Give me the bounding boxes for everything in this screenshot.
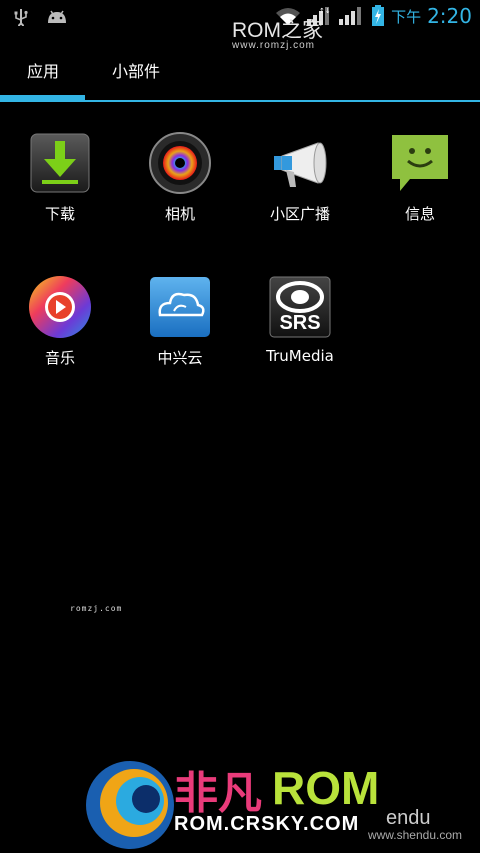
- watermark-romzj: ROM之家 www.romzj.com: [232, 20, 323, 51]
- app-label: TruMedia: [266, 347, 334, 365]
- app-trumedia[interactable]: SRS TruMedia: [240, 275, 360, 365]
- srs-icon: SRS: [268, 275, 332, 339]
- tab-apps[interactable]: 应用: [27, 58, 59, 82]
- time-period: 下午: [391, 7, 422, 26]
- app-label: 小区广播: [269, 205, 330, 223]
- brand-logo: 非凡 ROM ROM.CRSKY.COM endu: [82, 755, 431, 853]
- drawer-tabs: 应用 小部件: [0, 48, 480, 102]
- usb-icon: [14, 9, 28, 26]
- app-zte-cloud[interactable]: 中兴云: [120, 275, 240, 368]
- app-label: 音乐: [44, 349, 75, 367]
- megaphone-icon: [268, 131, 332, 195]
- tab-selected-indicator: [0, 95, 85, 101]
- download-icon: [28, 131, 92, 195]
- app-camera[interactable]: 相机: [120, 131, 240, 224]
- brand-swirl-icon: [86, 761, 174, 849]
- tab-widgets[interactable]: 小部件: [112, 58, 160, 82]
- app-music[interactable]: 音乐: [0, 275, 120, 368]
- watermark-mid: romzj.com: [70, 604, 123, 613]
- notification-icons: [14, 8, 68, 26]
- android-debug-icon: [48, 10, 66, 23]
- battery-charging-icon: [372, 5, 385, 26]
- svg-text:↑↓: ↑↓: [319, 7, 331, 15]
- watermark-title: ROM之家: [232, 19, 323, 42]
- cloud-icon: [148, 275, 212, 339]
- brand-name-rom: ROM: [272, 762, 380, 814]
- app-download[interactable]: 下载: [0, 131, 120, 224]
- app-label: 信息: [404, 205, 435, 223]
- app-label: 下载: [44, 205, 75, 223]
- brand-name-cn: 非凡: [174, 768, 262, 819]
- signal-icon: [339, 7, 362, 25]
- app-cell-broadcast[interactable]: 小区广播: [240, 131, 360, 224]
- svg-text:SRS: SRS: [279, 312, 320, 334]
- app-messaging[interactable]: 信息: [360, 131, 480, 224]
- camera-icon: [148, 131, 212, 195]
- watermark-bottom-right: www.shendu.com: [367, 828, 462, 842]
- brand-url: ROM.CRSKY.COM: [174, 813, 360, 835]
- app-label: 相机: [164, 205, 195, 223]
- music-icon: [28, 275, 92, 339]
- brand-partial-text: endu: [386, 807, 431, 829]
- app-label: 中兴云: [157, 349, 203, 367]
- messaging-icon: [388, 131, 452, 195]
- clock: 2:20: [427, 4, 472, 28]
